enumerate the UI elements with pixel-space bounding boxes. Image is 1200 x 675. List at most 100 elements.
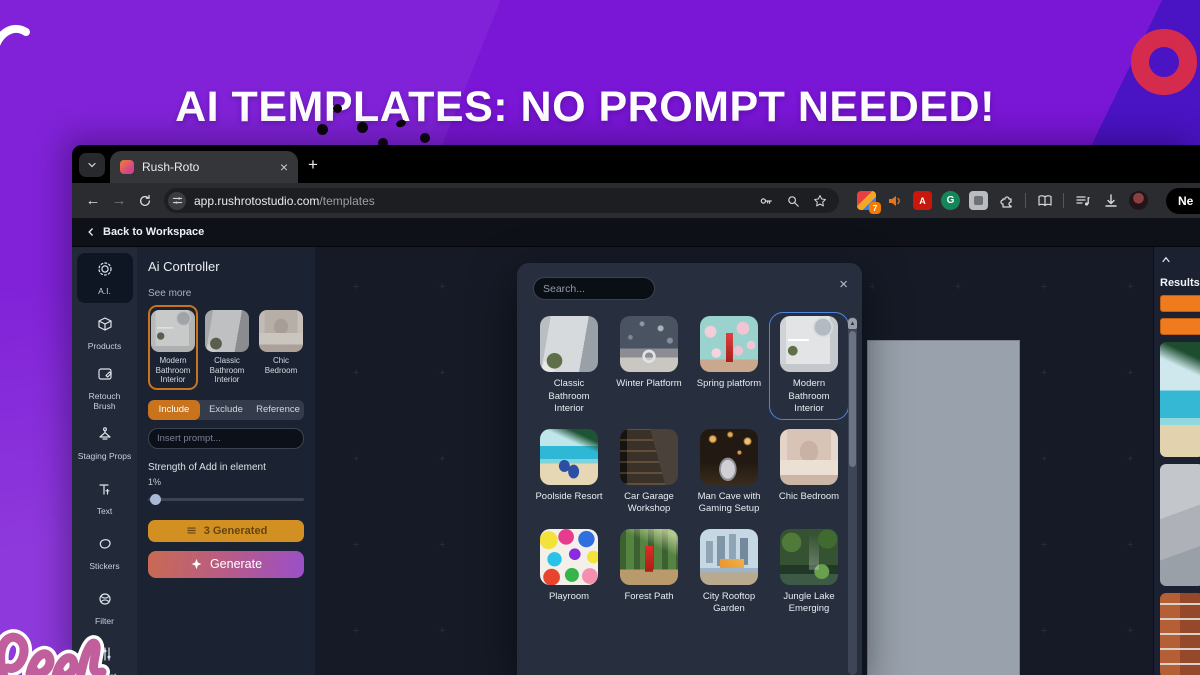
profile-pill-button[interactable]: Ne	[1166, 188, 1200, 214]
template-name: Modern Bathroom Interior	[773, 378, 845, 416]
prompt-input[interactable]	[148, 428, 304, 449]
template-card[interactable]: Spring platform	[693, 316, 765, 416]
template-card[interactable]: City Rooftop Garden	[693, 529, 765, 616]
grammarly-icon[interactable]: G	[941, 191, 960, 210]
panel-template-card[interactable]: Classic Bathroom Interior	[202, 305, 252, 390]
scrollbar-thumb[interactable]	[849, 331, 856, 467]
template-name: Playroom	[533, 591, 605, 604]
tab-strip: Rush-Roto × +	[72, 145, 1200, 183]
template-thumbnail	[620, 429, 678, 485]
slider-thumb[interactable]	[150, 494, 161, 505]
scroll-up-icon[interactable]: ▲	[848, 318, 857, 329]
sidebar-item-label: A.I.	[98, 286, 111, 296]
template-thumbnail	[540, 429, 598, 485]
chevron-up-icon[interactable]	[1160, 254, 1172, 266]
template-name: Chic Bedroom	[259, 356, 303, 375]
template-thumbnail	[540, 529, 598, 585]
template-thumbnail	[700, 316, 758, 372]
template-card[interactable]: Poolside Resort	[533, 429, 605, 516]
template-name: Poolside Resort	[533, 491, 605, 504]
extension-colorful-icon[interactable]: 7	[857, 191, 876, 210]
ai-controller-panel: Ai Controller See more Modern Bathroom I…	[137, 247, 315, 675]
template-card[interactable]: Winter Platform	[613, 316, 685, 416]
result-action-button[interactable]	[1160, 318, 1200, 335]
text-icon	[97, 481, 113, 502]
banner-title: AI TEMPLATES: NO PROMPT NEEDED!	[90, 83, 1080, 132]
template-card[interactable]: Car Garage Workshop	[613, 429, 685, 516]
profile-avatar[interactable]	[1129, 191, 1148, 210]
reading-list-icon[interactable]	[1035, 191, 1054, 210]
url-host: app.rushrotostudio.com	[194, 194, 319, 208]
volume-icon[interactable]	[885, 191, 904, 210]
see-more-link[interactable]: See more	[148, 288, 304, 299]
download-icon[interactable]	[1101, 191, 1120, 210]
template-thumbnail	[620, 529, 678, 585]
result-action-button[interactable]	[1160, 295, 1200, 312]
tab-close-icon[interactable]: ×	[280, 160, 288, 174]
search-input[interactable]	[533, 277, 655, 300]
sidebar-item-products[interactable]: Products	[77, 308, 133, 358]
tab-reference[interactable]: Reference	[252, 400, 304, 420]
sidebar-item-stickers[interactable]: Stickers	[77, 528, 133, 578]
strength-label: Strength of Add in element	[148, 462, 304, 473]
forward-icon[interactable]: →	[106, 188, 132, 214]
toolbar-separator	[1025, 193, 1026, 208]
result-thumbnail[interactable]	[1160, 593, 1200, 675]
strength-slider[interactable]	[148, 494, 304, 505]
tab-exclude[interactable]: Exclude	[200, 400, 252, 420]
sidebar-item-label: Text	[97, 506, 113, 516]
extensions-puzzle-icon[interactable]	[997, 191, 1016, 210]
pdf-icon[interactable]: A	[913, 191, 932, 210]
bookmark-star-icon[interactable]	[811, 192, 829, 210]
template-name: Car Garage Workshop	[613, 491, 685, 516]
panel-title: Ai Controller	[148, 259, 304, 274]
extension-row: 7 A G Ne	[857, 188, 1200, 214]
panel-template-card[interactable]: Chic Bedroom	[256, 305, 306, 380]
template-name: Classic Bathroom Interior	[533, 378, 605, 416]
url-bar[interactable]: app.rushrotostudio.com/templates	[164, 188, 839, 213]
template-name: Winter Platform	[613, 378, 685, 391]
capture-icon[interactable]	[969, 191, 988, 210]
browser-tab[interactable]: Rush-Roto ×	[110, 151, 298, 183]
template-card[interactable]: Classic Bathroom Interior	[533, 316, 605, 416]
template-card[interactable]: Jungle Lake Emerging	[773, 529, 845, 616]
playlist-icon[interactable]	[1073, 191, 1092, 210]
tab-search-button[interactable]	[79, 153, 105, 177]
template-card[interactable]: Forest Path	[613, 529, 685, 616]
result-thumbnail[interactable]	[1160, 464, 1200, 586]
generate-button[interactable]: Generate	[148, 551, 304, 578]
sidebar-item-label: Products	[88, 341, 122, 351]
templates-modal: × Classic Bathroom Interior Winter Platfo…	[517, 263, 862, 675]
generated-count-button[interactable]: 3 Generated	[148, 520, 304, 542]
sidebar-item-text[interactable]: Text	[77, 473, 133, 523]
template-card[interactable]: Man Cave with Gaming Setup	[693, 429, 765, 516]
template-thumbnail	[259, 310, 303, 352]
template-card[interactable]: Chic Bedroom	[773, 429, 845, 516]
new-tab-button[interactable]: +	[300, 153, 326, 177]
site-info-icon[interactable]	[168, 192, 186, 210]
extension-badge: 7	[869, 202, 881, 214]
template-card[interactable]: Playroom	[533, 529, 605, 616]
template-thumbnail	[620, 316, 678, 372]
reload-icon[interactable]	[132, 188, 158, 214]
sidebar-item-a-i-[interactable]: A.I.	[77, 253, 133, 303]
sidebar-item-retouch-brush[interactable]: Retouch Brush	[77, 363, 133, 413]
modal-scrollbar[interactable]: ▲	[848, 317, 857, 675]
result-thumbnail[interactable]	[1160, 342, 1200, 457]
sidebar-item-staging-props[interactable]: Staging Props	[77, 418, 133, 468]
template-name: Jungle Lake Emerging	[773, 591, 845, 616]
template-thumbnail	[780, 429, 838, 485]
template-card[interactable]: Modern Bathroom Interior	[773, 316, 845, 416]
zoom-icon[interactable]	[784, 192, 802, 210]
panel-template-row: Modern Bathroom InteriorClassic Bathroom…	[148, 305, 304, 390]
template-thumbnail	[205, 310, 249, 352]
template-name: Classic Bathroom Interior	[205, 356, 249, 385]
canvas-image-placeholder[interactable]	[867, 340, 1020, 675]
password-key-icon[interactable]	[757, 192, 775, 210]
panel-template-card[interactable]: Modern Bathroom Interior	[148, 305, 198, 390]
back-icon[interactable]: ←	[80, 188, 106, 214]
tab-include[interactable]: Include	[148, 400, 200, 420]
template-thumbnail	[780, 529, 838, 585]
back-to-workspace-bar[interactable]: Back to Workspace	[72, 218, 1200, 247]
close-icon[interactable]: ×	[839, 277, 848, 292]
